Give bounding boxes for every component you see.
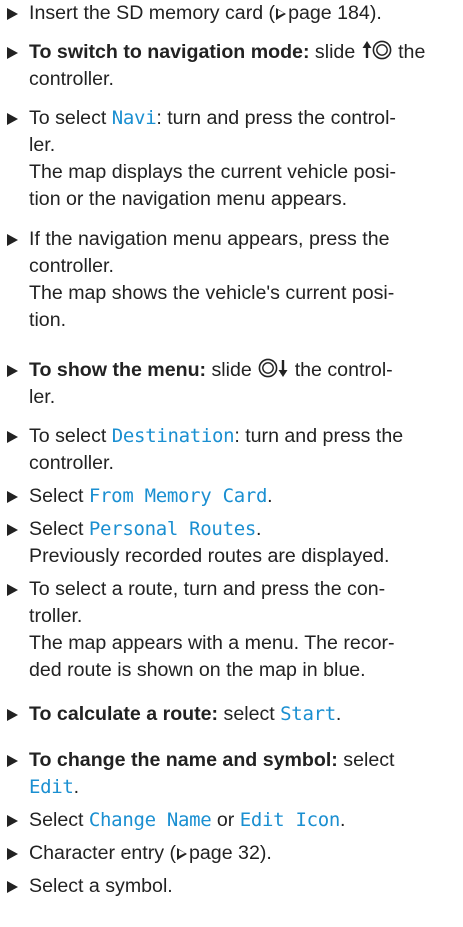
bullet-icon: [7, 365, 18, 377]
menu-item-edit-icon: Edit Icon: [239, 809, 341, 831]
step-text-end: .: [340, 809, 346, 831]
controller-slide-up-icon: [362, 39, 392, 61]
menu-item-navi: Navi: [111, 107, 157, 129]
step-text-end: ler.: [29, 134, 56, 156]
step-text: Insert the SD memory card (: [29, 2, 276, 24]
step-text-mid: the control-: [289, 359, 393, 381]
bullet-icon: [7, 709, 18, 721]
step-heading: To switch to navigation mode:: [29, 41, 310, 63]
step-text-end: controller.: [29, 255, 114, 277]
step-show-menu: To show the menu: slide the control- ler…: [7, 357, 457, 411]
menu-item-change-name: Change Name: [88, 809, 212, 831]
step-result: The map displays the current vehicle pos…: [29, 161, 397, 210]
step-text: slide: [309, 41, 361, 63]
menu-item-destination: Destination: [111, 425, 235, 447]
controller-slide-down-icon: [258, 357, 288, 379]
step-change-name-symbol: To change the name and symbol: select Ed…: [7, 747, 457, 801]
step-text-end: ).: [369, 2, 382, 24]
bullet-icon: [7, 584, 18, 596]
step-text: Select a symbol.: [29, 875, 173, 897]
menu-item-from-memory-card: From Memory Card: [88, 485, 268, 507]
step-select-navi: To select Navi: turn and press the contr…: [7, 105, 457, 213]
step-text: Select: [29, 485, 89, 507]
step-text: Character entry (: [29, 842, 177, 864]
bullet-icon: [7, 524, 18, 536]
step-text-end: .: [335, 703, 342, 725]
step-text-mid: or: [211, 809, 240, 831]
bullet-icon: [7, 431, 18, 443]
page-reference-icon: [177, 847, 188, 860]
step-text-end: .: [256, 518, 262, 540]
step-insert-sd-card: Insert the SD memory card ( page 184).: [7, 0, 457, 27]
step-heading: To show the menu:: [29, 359, 207, 381]
step-result: The map appears with a menu. The recor-d…: [29, 632, 395, 681]
step-text: To select: [29, 107, 112, 129]
bullet-icon: [7, 815, 18, 827]
step-select-personal-routes: Select Personal Routes. Previously recor…: [7, 516, 457, 570]
step-text: Select: [29, 809, 89, 831]
step-select-route: To select a route, turn and press the co…: [7, 576, 457, 684]
step-text: slide: [206, 359, 258, 381]
step-text-end: .: [267, 485, 273, 507]
step-text-mid: : turn and press the control-: [156, 107, 396, 129]
page-reference-icon: [276, 7, 287, 20]
step-text-mid: : turn and press the: [234, 425, 404, 447]
page-reference: page 184: [288, 2, 370, 24]
step-text: If the navigation menu appears, press th…: [29, 228, 390, 250]
menu-item-start: Start: [280, 703, 336, 725]
step-text-end: controller.: [29, 452, 114, 474]
step-text: Select: [29, 518, 89, 540]
step-heading: To calculate a route:: [29, 703, 219, 725]
bullet-icon: [7, 881, 18, 893]
step-select-change-name-or-edit-icon: Select Change Name or Edit Icon.: [7, 807, 457, 834]
bullet-icon: [7, 234, 18, 246]
step-select-from-memory-card: Select From Memory Card.: [7, 483, 457, 510]
step-heading: To change the name and symbol:: [29, 749, 338, 771]
menu-item-personal-routes: Personal Routes: [88, 518, 256, 540]
step-text: select: [337, 749, 395, 771]
step-text: To select: [29, 425, 112, 447]
bullet-icon: [7, 47, 18, 59]
bullet-icon: [7, 848, 18, 860]
step-text-end: ).: [259, 842, 272, 864]
step-text-end: ler.: [29, 386, 56, 408]
menu-item-edit: Edit: [29, 776, 74, 798]
step-select-symbol: Select a symbol.: [7, 873, 457, 900]
step-calculate-route: To calculate a route: select Start.: [7, 701, 457, 728]
bullet-icon: [7, 8, 18, 20]
step-text-end: .: [73, 776, 80, 798]
step-text: select: [218, 703, 281, 725]
step-switch-navigation-mode: To switch to navigation mode: slide the …: [7, 39, 457, 93]
page-reference: page 32: [189, 842, 260, 864]
step-text: To select a route, turn and press the co…: [29, 578, 386, 600]
bullet-icon: [7, 755, 18, 767]
bullet-icon: [7, 113, 18, 125]
step-result: The map shows the vehicle's current posi…: [29, 282, 395, 331]
step-select-destination: To select Destination: turn and press th…: [7, 423, 457, 477]
step-result: Previously recorded routes are displayed…: [29, 545, 390, 567]
step-navigation-menu-appears: If the navigation menu appears, press th…: [7, 226, 457, 334]
step-character-entry: Character entry ( page 32).: [7, 840, 457, 867]
manual-page: Insert the SD memory card ( page 184). To…: [0, 0, 463, 927]
bullet-icon: [7, 491, 18, 503]
step-text-end: troller.: [29, 605, 83, 627]
